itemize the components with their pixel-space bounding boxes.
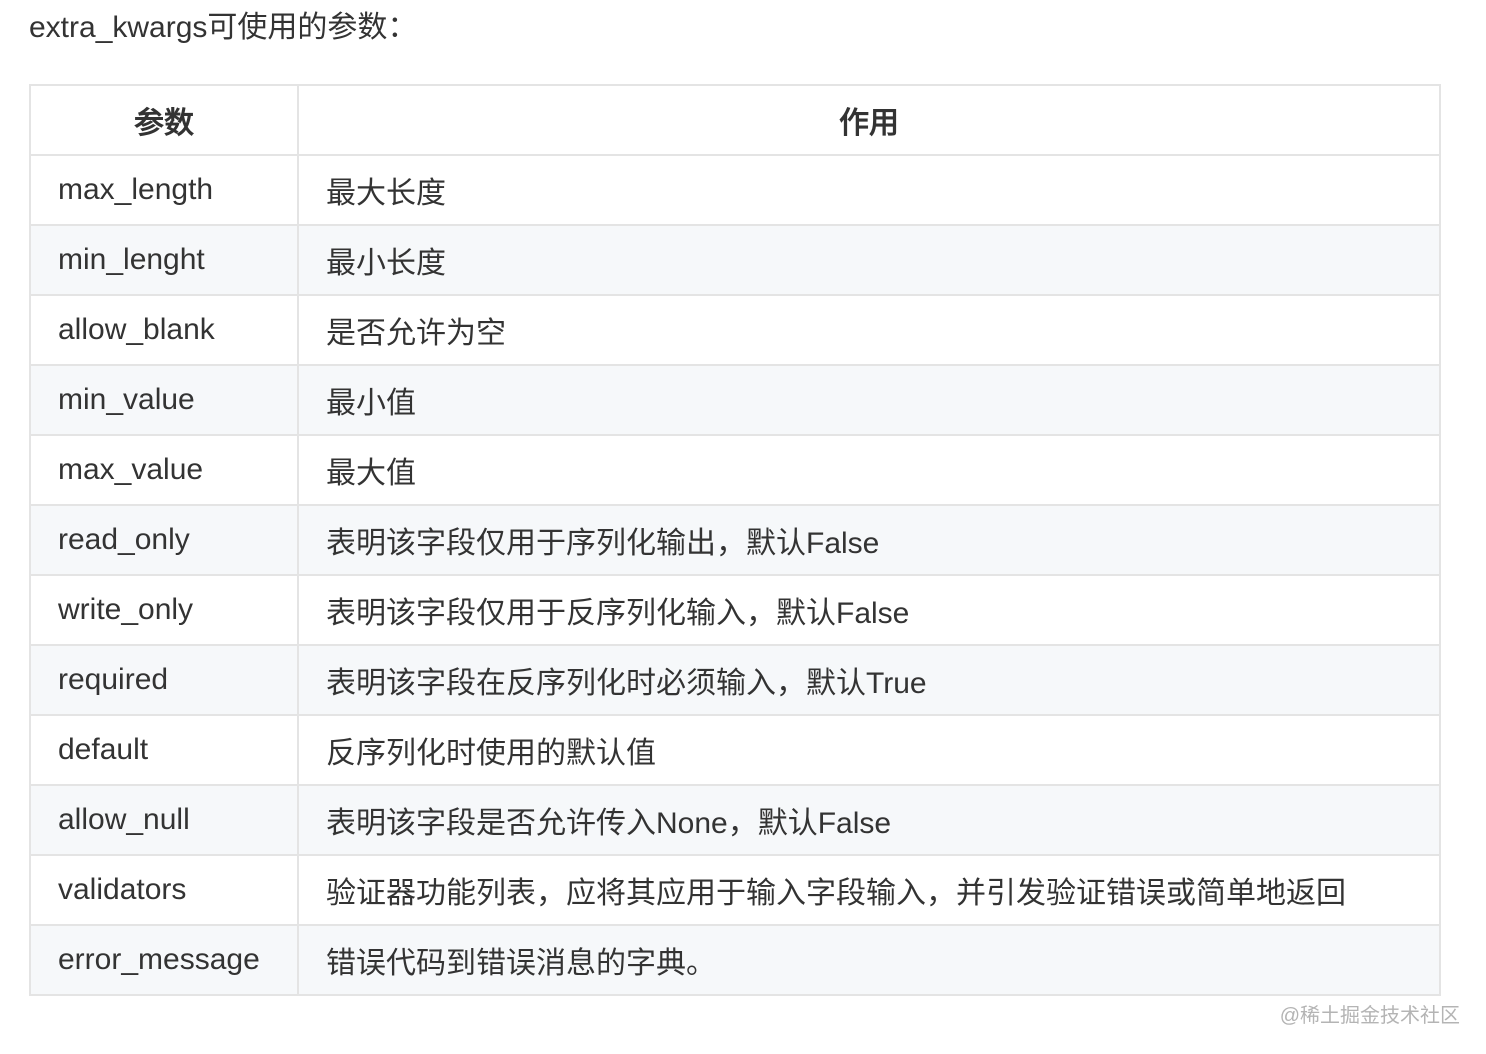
effect-cell: 反序列化时使用的默认值	[297, 714, 1441, 786]
effect-cell: 最大值	[297, 434, 1441, 506]
intro-text: extra_kwargs可使用的参数：	[29, 11, 418, 44]
param-cell: read_only	[29, 504, 299, 576]
param-cell: min_lenght	[29, 224, 299, 296]
header-effect: 作用	[297, 84, 1441, 156]
table-row: min_value 最小值	[29, 364, 1441, 436]
effect-cell: 最小值	[297, 364, 1441, 436]
effect-cell: 最大长度	[297, 154, 1441, 226]
param-cell: required	[29, 644, 299, 716]
table-row: max_value 最大值	[29, 434, 1441, 506]
param-cell: allow_blank	[29, 294, 299, 366]
param-cell: error_message	[29, 924, 299, 996]
table-row: write_only 表明该字段仅用于反序列化输入，默认False	[29, 574, 1441, 646]
param-cell: max_value	[29, 434, 299, 506]
table-row: error_message 错误代码到错误消息的字典。	[29, 924, 1441, 996]
param-cell: allow_null	[29, 784, 299, 856]
param-cell: min_value	[29, 364, 299, 436]
table-row: allow_null 表明该字段是否允许传入None，默认False	[29, 784, 1441, 856]
table-row: default 反序列化时使用的默认值	[29, 714, 1441, 786]
table-row: min_lenght 最小长度	[29, 224, 1441, 296]
effect-cell: 最小长度	[297, 224, 1441, 296]
effect-cell: 验证器功能列表，应将其应用于输入字段输入，并引发验证错误或简单地返回	[297, 854, 1441, 926]
effect-cell: 表明该字段是否允许传入None，默认False	[297, 784, 1441, 856]
param-cell: validators	[29, 854, 299, 926]
param-cell: write_only	[29, 574, 299, 646]
table-row: required 表明该字段在反序列化时必须输入，默认True	[29, 644, 1441, 716]
effect-cell: 错误代码到错误消息的字典。	[297, 924, 1441, 996]
header-param: 参数	[29, 84, 299, 156]
effect-cell: 是否允许为空	[297, 294, 1441, 366]
effect-cell: 表明该字段仅用于序列化输出，默认False	[297, 504, 1441, 576]
table-row: max_length 最大长度	[29, 154, 1441, 226]
table-row: allow_blank 是否允许为空	[29, 294, 1441, 366]
param-cell: max_length	[29, 154, 299, 226]
table-header-row: 参数 作用	[29, 84, 1441, 156]
table-row: validators 验证器功能列表，应将其应用于输入字段输入，并引发验证错误或…	[29, 854, 1441, 926]
watermark: @稀土掘金技术社区	[1279, 1005, 1460, 1027]
param-cell: default	[29, 714, 299, 786]
effect-cell: 表明该字段在反序列化时必须输入，默认True	[297, 644, 1441, 716]
table-row: read_only 表明该字段仅用于序列化输出，默认False	[29, 504, 1441, 576]
params-table: 参数 作用 max_length 最大长度 min_lenght 最小长度 al…	[29, 84, 1441, 996]
effect-cell: 表明该字段仅用于反序列化输入，默认False	[297, 574, 1441, 646]
